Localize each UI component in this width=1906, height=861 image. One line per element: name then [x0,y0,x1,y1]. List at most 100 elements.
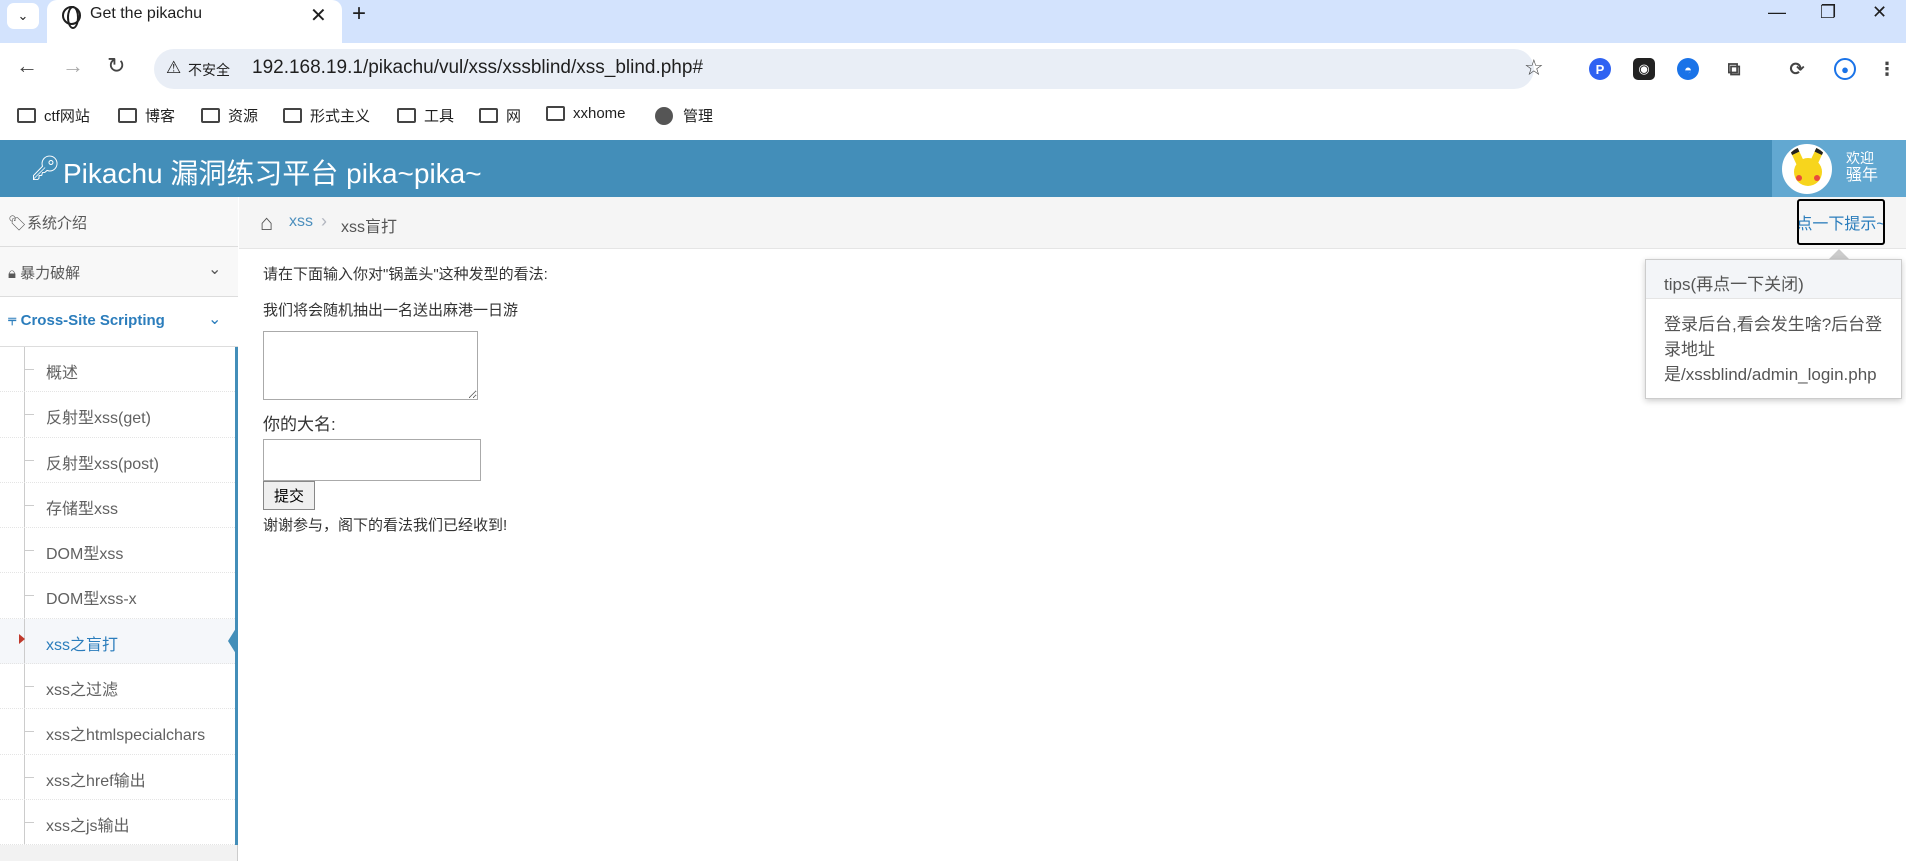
folder-icon [397,108,416,123]
active-pointer [228,624,238,657]
globe-icon [62,6,81,29]
sidebar-subitem[interactable]: 概述 [0,347,235,393]
key-icon: 🔑︎ [30,155,61,182]
sidebar-subitem-label: xss之htmlspecialchars [46,727,206,745]
forward-icon[interactable]: → [62,53,84,79]
home-icon[interactable]: ⌂ [260,210,273,236]
sidebar-subitem-label: DOM型xss-x [46,591,137,609]
new-tab-button[interactable]: + [352,0,366,28]
sidebar-subitem-label: 反射型xss(get) [46,410,151,428]
avatar [1782,144,1832,194]
sidebar-subitem[interactable]: xss之js输出 [0,799,235,846]
reload-icon[interactable]: ↻ [107,53,125,79]
welcome-text: 欢迎 骚年 [1846,149,1878,185]
bookmark-label: 资源 [228,108,259,125]
hint-button[interactable]: 点一下提示~ [1797,199,1885,245]
tree-dash [24,731,34,733]
bookmark-folder[interactable]: 资源 [201,105,258,126]
not-secure-label[interactable]: 不安全 [188,60,230,80]
folder-icon [283,108,302,123]
sidebar-subitem[interactable]: 反射型xss(get) [0,392,235,438]
profile-icon[interactable]: ● [1834,58,1856,80]
more-menu-icon[interactable]: ⋮ [1876,58,1898,80]
tab-search-button[interactable]: ⌄ [7,3,39,29]
list-tree-icon: ⫧ [8,312,21,329]
url-text[interactable]: 192.168.19.1/pikachu/vul/xss/xssblind/xs… [252,57,703,79]
xss-submenu: 概述反射型xss(get) 反射型xss(post) 存储型xss DOM型xss DO… [0,347,238,846]
prize-text: 我们将会随机抽出一名送出麻港一日游 [263,302,519,319]
extensions-puzzle-icon[interactable]: ⧉ [1723,58,1745,80]
sidebar-item-bruteforce[interactable]: 🔒︎ 暴力破解 ⌄ [0,247,238,297]
address-bar[interactable]: ⚠ 不安全 192.168.19.1/pikachu/vul/xss/xssbl… [154,49,1544,89]
tree-dash [24,369,34,370]
sidebar-subitem-label: xss之盲打 [46,636,119,654]
message-textarea[interactable] [263,331,478,400]
folder-icon [201,108,220,123]
sidebar-subitem[interactable]: xss之htmlspecialchars [0,709,235,755]
sidebar-subitem[interactable]: DOM型xss [0,528,235,574]
popover-body: 登录后台,看会发生啥?后台登录地址是/xssblind/admin_login.… [1664,315,1883,384]
thanks-message: 谢谢参与，阁下的看法我们已经收到! [263,517,508,534]
bookmark-folder[interactable]: 形式主义 [283,105,370,126]
extension-face-icon[interactable]: ◉ [1633,58,1655,80]
sidebar-item-xss[interactable]: ⫧ Cross-Site Scripting ⌄ [0,297,238,347]
chevron-down-icon: ⌄ [208,261,222,278]
window-close-icon[interactable]: ✕ [1872,2,1887,23]
sidebar-subitem[interactable]: xss之href输出 [0,754,235,800]
site-brand[interactable]: Pikachu 漏洞练习平台 pika~pika~ [63,152,482,192]
sidebar-subitem[interactable]: xss之盲打 [0,618,238,665]
close-icon[interactable]: ✕ [310,3,327,28]
minimize-icon[interactable]: — [1768,2,1786,23]
lock-icon: 🔒︎ [8,265,21,282]
chevron-down-icon: ⌄ [17,8,29,23]
bookmark-folder[interactable]: 网 [479,105,521,126]
sidebar-item-intro[interactable]: 🏷︎系统介绍 [0,197,238,247]
tags-icon: 🏷︎ [8,215,28,232]
sidebar-subitem-label: 反射型xss(post) [46,455,159,473]
folder-icon [546,106,565,121]
sidebar-subitem-label: xss之href输出 [46,772,146,790]
sidebar-item-label: 暴力破解 [20,265,81,282]
globe-icon [655,106,673,125]
bookmark-folder[interactable]: 博客 [118,105,175,126]
tab-title: Get the pikachu [90,5,203,22]
chevron-down-icon: ⌄ [208,311,222,328]
folder-icon [479,108,498,123]
tree-dash [24,550,34,552]
name-label: 你的大名: [263,415,336,434]
sidebar-item-label: Cross-Site Scripting [20,312,165,329]
sidebar-subitem-label: 概述 [46,365,79,382]
tree-dash [24,595,34,597]
popover-title: tips(再点一下关闭) [1646,260,1901,299]
popover-arrow [1829,249,1849,259]
sidebar-subitem[interactable]: DOM型xss-x [0,573,235,619]
sidebar-subitem[interactable]: 反射型xss(post) [0,437,235,483]
bookmark-star-icon[interactable]: ☆ [1524,55,1544,81]
bookmark-label: xxhome [573,105,626,122]
browser-tab-active[interactable]: Get the pikachu ✕ [47,0,342,43]
tree-dash [24,414,34,416]
name-input[interactable] [263,439,481,481]
folder-icon [118,108,137,123]
caret-right-icon [19,633,25,644]
extension-bird-icon[interactable]: ◓ [1677,58,1699,80]
bookmark-folder[interactable]: ctf网站 [17,105,90,126]
breadcrumb-link-xss[interactable]: xss [289,213,313,231]
performance-icon[interactable]: ⟳ [1786,58,1808,80]
bookmark-folder[interactable]: 工具 [397,105,454,126]
extension-p-icon[interactable]: P [1589,58,1611,80]
bookmark-folder[interactable]: xxhome [546,105,626,122]
browser-toolbar: ← → ↻ ⚠ 不安全 192.168.19.1/pikachu/vul/xss… [0,43,1906,95]
bookmark-label: 博客 [145,108,176,125]
sidebar: 🏷︎系统介绍 🔒︎ 暴力破解 ⌄ ⫧ Cross-Site Scripting … [0,197,238,861]
tree-dash [24,821,34,823]
submit-button[interactable]: 提交 [263,481,315,510]
user-menu[interactable]: 欢迎 骚年 [1772,140,1906,197]
back-icon[interactable]: ← [16,53,38,79]
sidebar-subitem-label: xss之js输出 [46,817,130,835]
restore-icon[interactable]: ❐ [1820,2,1836,23]
tips-popover[interactable]: tips(再点一下关闭) 登录后台,看会发生啥?后台登录地址是/xssblind… [1645,259,1902,399]
sidebar-subitem[interactable]: 存储型xss [0,482,235,529]
sidebar-subitem[interactable]: xss之过滤 [0,664,235,710]
bookmark-link[interactable]: 管理 [655,105,713,126]
